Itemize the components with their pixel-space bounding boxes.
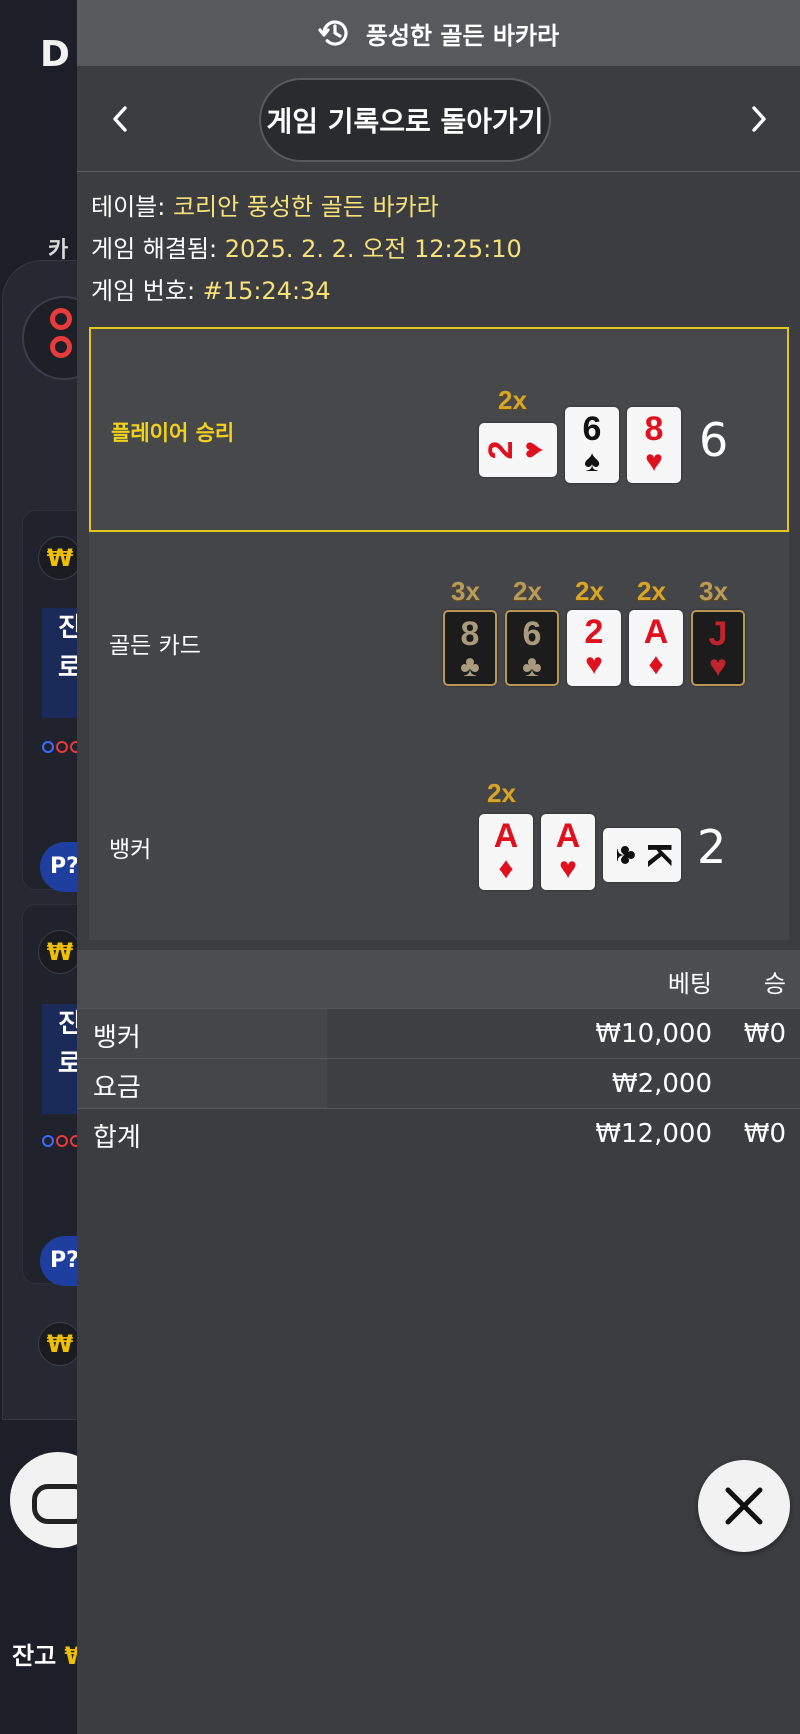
card-multiplier: 2x <box>513 576 542 606</box>
bet-chip: ₩ <box>38 1322 82 1366</box>
meta-label: 게임 해결됨: <box>91 235 218 263</box>
chevron-left-icon <box>113 106 127 132</box>
card-rank: A <box>493 817 519 855</box>
back-to-history-button[interactable]: 게임 기록으로 돌아가기 <box>259 78 551 162</box>
player-card-3: 8 ♥ <box>627 407 681 483</box>
golden-card-3: 2 ♥ <box>567 610 621 686</box>
history-icon <box>318 20 348 46</box>
card-multiplier: 2x <box>575 576 604 606</box>
previous-game-button[interactable] <box>95 94 145 144</box>
card-suit: ♣ <box>460 650 480 683</box>
card-suit: ♥ <box>517 441 550 459</box>
player-card-1: 2 ♥ <box>479 423 557 477</box>
banker-result: 뱅커 2x A ♦ A ♥ K ♣ 2 <box>89 736 789 940</box>
col-win: 승 <box>763 970 786 998</box>
table-info: 테이블: 코리안 풍성한 골든 바카라 <box>91 186 781 228</box>
banker-card-2: A ♥ <box>541 814 595 890</box>
card-rank: 8 <box>644 410 664 448</box>
card-rank: K <box>640 842 678 868</box>
table-row: 요금 ₩2,000 <box>77 1058 800 1108</box>
banker-card-1: A ♦ <box>479 814 533 890</box>
card-suit: ♥ <box>585 648 603 681</box>
golden-card-5: J ♥ <box>691 610 745 686</box>
player-result-label: 플레이어 승리 <box>111 421 235 445</box>
golden-cards-result: 골든 카드 3x 8 ♣ 2x 6 ♣ 2x 2 ♥ 2x A ♦ 3x J ♥ <box>89 532 789 736</box>
history-nav: 게임 기록으로 돌아가기 <box>77 66 800 172</box>
next-game-button[interactable] <box>734 94 784 144</box>
total-win: ₩0 <box>743 1119 786 1149</box>
game-number-info: 게임 번호: #15:24:34 <box>91 270 781 312</box>
resolved-time: 2025. 2. 2. 오전 12:25:10 <box>224 235 522 263</box>
close-icon <box>725 1487 763 1525</box>
card-suit: ♣ <box>610 845 643 865</box>
golden-card-1: 8 ♣ <box>443 610 497 686</box>
panel-header: 풍성한 골든 바카라 <box>77 0 800 66</box>
card-multiplier: 3x <box>699 576 728 606</box>
chevron-right-icon <box>752 106 766 132</box>
card-rank: J <box>708 615 728 653</box>
golden-card-4: A ♦ <box>629 610 683 686</box>
table-row-total: 합계 ₩12,000 ₩0 <box>77 1108 800 1158</box>
card-rank: 6 <box>582 410 602 448</box>
total-bet: ₩12,000 <box>595 1119 712 1149</box>
balance-label: 잔고 <box>12 1642 57 1670</box>
banker-score: 2 <box>697 820 727 874</box>
table-name: 코리안 풍성한 골든 바카라 <box>172 193 439 221</box>
bet-amount: ₩2,000 <box>611 1069 712 1099</box>
card-multiplier: 3x <box>451 576 480 606</box>
game-history-panel: 풍성한 골든 바카라 게임 기록으로 돌아가기 테이블: 코리안 풍성한 골든 … <box>77 0 800 1734</box>
card-suit: ♥ <box>709 650 727 683</box>
banker-label: 뱅커 <box>109 837 152 863</box>
card-rank: A <box>555 817 581 855</box>
card-rank: 8 <box>460 615 480 653</box>
bet-chip: ₩ <box>38 930 82 974</box>
banker-card-3: K ♣ <box>603 828 681 882</box>
game-meta: 테이블: 코리안 풍성한 골든 바카라 게임 해결됨: 2025. 2. 2. … <box>91 186 781 312</box>
game-number: #15:24:34 <box>202 277 331 305</box>
card-multiplier: 2x <box>498 385 527 415</box>
player-result: 플레이어 승리 2x 2 ♥ 6 ♠ 8 ♥ 6 <box>89 327 789 532</box>
card-suit: ♦ <box>648 648 664 681</box>
resolved-info: 게임 해결됨: 2025. 2. 2. 오전 12:25:10 <box>91 228 781 270</box>
bet-amount: ₩10,000 <box>595 1019 712 1049</box>
card-rank: 6 <box>522 615 542 653</box>
card-rank: A <box>643 613 669 651</box>
golden-cards-label: 골든 카드 <box>109 633 201 659</box>
card-suit: ♥ <box>645 445 663 478</box>
bets-table-header: 베팅 승 <box>77 950 800 1008</box>
bet-chip: ₩ <box>38 536 82 580</box>
app-logo: D <box>40 34 70 75</box>
bets-table: 베팅 승 뱅커 ₩10,000 ₩0 요금 ₩2,000 합계 ₩12,000 … <box>77 950 800 1158</box>
bet-name: 요금 <box>93 1073 141 1103</box>
player-score: 6 <box>699 413 729 467</box>
bet-name: 뱅커 <box>93 1023 141 1053</box>
table-row: 뱅커 ₩10,000 ₩0 <box>77 1008 800 1058</box>
card-suit: ♦ <box>498 852 514 885</box>
player-card-2: 6 ♠ <box>565 407 619 483</box>
card-suit: ♠ <box>584 445 600 478</box>
total-label: 합계 <box>93 1123 141 1153</box>
col-bet: 베팅 <box>667 970 712 998</box>
card-multiplier: 2x <box>487 778 516 808</box>
card-multiplier: 2x <box>637 576 666 606</box>
card-rank: 2 <box>482 440 520 460</box>
card-suit: ♥ <box>559 852 577 885</box>
meta-label: 게임 번호: <box>91 277 196 305</box>
panel-title: 풍성한 골든 바카라 <box>365 21 560 50</box>
meta-label: 테이블: <box>91 193 166 221</box>
close-button[interactable] <box>698 1460 790 1552</box>
golden-card-2: 6 ♣ <box>505 610 559 686</box>
card-rank: 2 <box>584 613 604 651</box>
win-amount: ₩0 <box>743 1019 786 1049</box>
card-suit: ♣ <box>522 650 542 683</box>
